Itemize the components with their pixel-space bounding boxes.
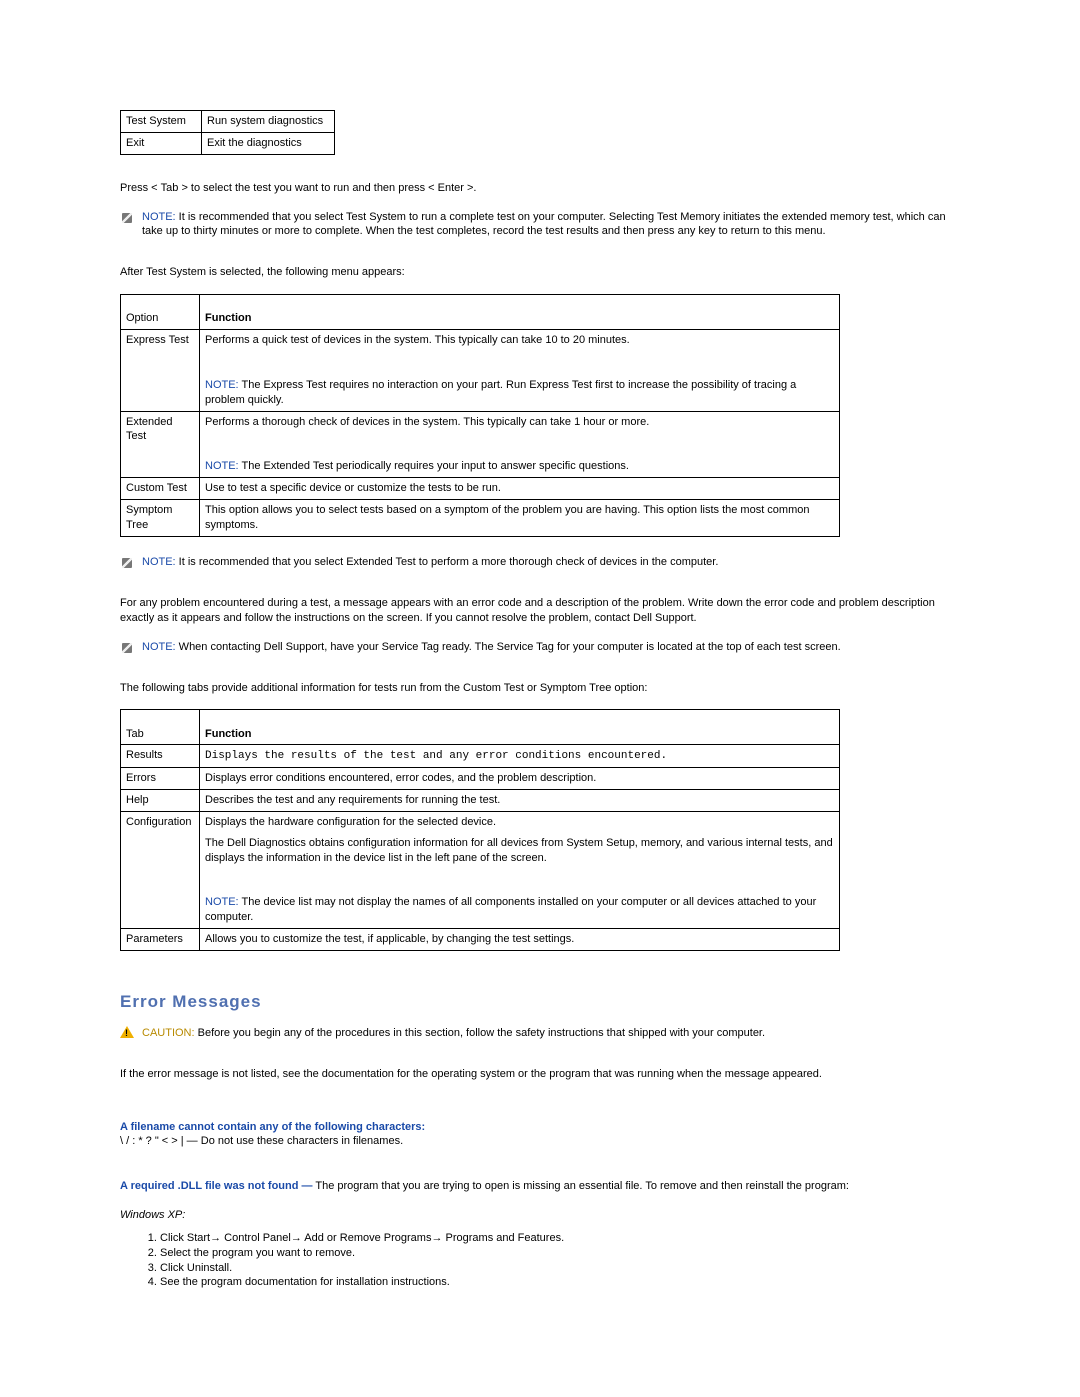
cell: Displays the results of the test and any… (200, 745, 840, 768)
note-label: NOTE: (142, 556, 176, 568)
cell: Performs a thorough check of devices in … (200, 411, 840, 478)
list-item: Click Start→ Control Panel→ Add or Remov… (160, 1231, 960, 1246)
cell: Errors (121, 768, 200, 790)
caution-block: CAUTION: Before you begin any of the pro… (120, 1026, 960, 1041)
table-row: Errors Displays error conditions encount… (121, 768, 840, 790)
cell: Custom Test (121, 478, 200, 500)
table-row: Configuration Displays the hardware conf… (121, 811, 840, 928)
cell: Describes the test and any requirements … (200, 790, 840, 812)
cell: Exit (121, 132, 202, 154)
cell: Exit the diagnostics (202, 132, 335, 154)
list-item: See the program documentation for instal… (160, 1275, 960, 1290)
cell: Results (121, 745, 200, 768)
cell: Use to test a specific device or customi… (200, 478, 840, 500)
paragraph: Press < Tab > to select the test you wan… (120, 181, 960, 196)
note-block: NOTE: It is recommended that you select … (120, 555, 960, 570)
column-header: Option (121, 295, 200, 330)
note-label: NOTE: (142, 211, 176, 223)
table-row: Results Displays the results of the test… (121, 745, 840, 768)
column-header: Function (200, 710, 840, 745)
cell: Allows you to customize the test, if app… (200, 929, 840, 951)
table-row: Help Describes the test and any requirem… (121, 790, 840, 812)
options-table: Option Function Express Test Performs a … (120, 294, 840, 537)
table-row: Parameters Allows you to customize the t… (121, 929, 840, 951)
table-row: Symptom Tree This option allows you to s… (121, 500, 840, 537)
cell: Run system diagnostics (202, 111, 335, 133)
paragraph: The following tabs provide additional in… (120, 681, 960, 696)
diag-menu-table: Test System Run system diagnostics Exit … (120, 110, 335, 155)
note-text: NOTE: When contacting Dell Support, have… (142, 640, 841, 655)
paragraph: After Test System is selected, the follo… (120, 265, 960, 280)
table-row: Extended Test Performs a thorough check … (121, 411, 840, 478)
cell: Parameters (121, 929, 200, 951)
note-block: NOTE: It is recommended that you select … (120, 210, 960, 240)
caution-label: CAUTION: (142, 1027, 195, 1039)
caution-text: CAUTION: Before you begin any of the pro… (142, 1026, 765, 1041)
note-icon (120, 641, 134, 655)
note-icon (120, 556, 134, 570)
tabs-table: Tab Function Results Displays the result… (120, 709, 840, 951)
table-header-row: Option Function (121, 295, 840, 330)
table-header-row: Tab Function (121, 710, 840, 745)
note-block: NOTE: When contacting Dell Support, have… (120, 640, 960, 655)
paragraph: For any problem encountered during a tes… (120, 596, 960, 626)
table-row: Custom Test Use to test a specific devic… (121, 478, 840, 500)
cell: Displays error conditions encountered, e… (200, 768, 840, 790)
caution-icon (120, 1026, 134, 1038)
error-item: A required .DLL file was not found — The… (120, 1179, 960, 1194)
cell: Displays the hardware configuration for … (200, 811, 840, 928)
list-item: Select the program you want to remove. (160, 1246, 960, 1261)
cell: Extended Test (121, 411, 200, 478)
steps-list: Click Start→ Control Panel→ Add or Remov… (160, 1231, 960, 1290)
cell: Configuration (121, 811, 200, 928)
paragraph: If the error message is not listed, see … (120, 1067, 960, 1082)
note-text: NOTE: It is recommended that you select … (142, 555, 718, 570)
cell: Help (121, 790, 200, 812)
table-row: Test System Run system diagnostics (121, 111, 335, 133)
table-row: Exit Exit the diagnostics (121, 132, 335, 154)
error-item: A filename cannot contain any of the fol… (120, 1120, 960, 1150)
column-header: Function (200, 295, 840, 330)
cell: This option allows you to select tests b… (200, 500, 840, 537)
table-row: Express Test Performs a quick test of de… (121, 330, 840, 412)
column-header: Tab (121, 710, 200, 745)
os-label: Windows XP: (120, 1208, 960, 1223)
note-icon (120, 211, 134, 225)
note-label: NOTE: (142, 641, 176, 653)
list-item: Click Uninstall. (160, 1261, 960, 1276)
cell: Express Test (121, 330, 200, 412)
cell: Test System (121, 111, 202, 133)
document-page: Test System Run system diagnostics Exit … (0, 0, 1080, 1374)
cell: Performs a quick test of devices in the … (200, 330, 840, 412)
section-heading: Error Messages (120, 991, 960, 1014)
cell: Symptom Tree (121, 500, 200, 537)
note-text: NOTE: It is recommended that you select … (142, 210, 960, 240)
